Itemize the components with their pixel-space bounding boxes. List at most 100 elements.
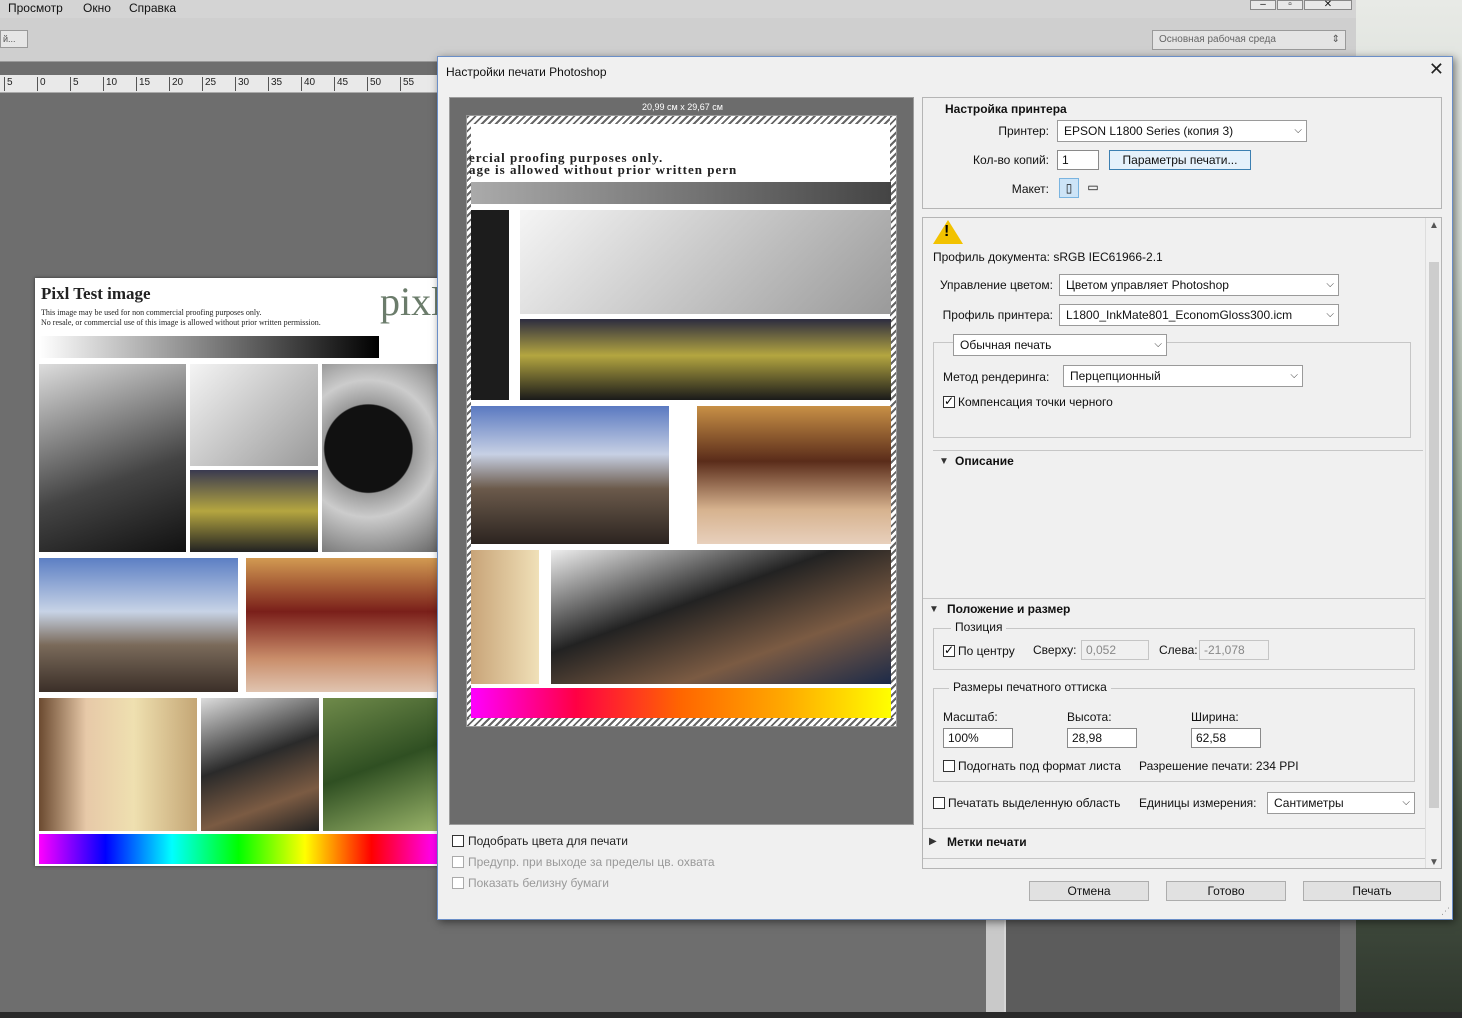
done-button[interactable]: Готово (1166, 881, 1286, 901)
ruler-tick: 20 (169, 77, 183, 91)
color-management-label: Управление цветом: (939, 278, 1053, 292)
preview-photo-cutlery (520, 210, 891, 314)
fit-to-page-label: Подогнать под формат листа (958, 758, 1121, 773)
divider (923, 598, 1427, 599)
gamut-warning-label: Предупр. при выходе за пределы цв. охват… (468, 854, 715, 869)
ruler-tick: 10 (103, 77, 117, 91)
scroll-down-icon[interactable]: ▼ (1429, 857, 1439, 868)
ruler-tick: 5 (70, 77, 79, 91)
print-marks-title[interactable]: Метки печати (947, 835, 1027, 849)
top-input: 0,052 (1081, 640, 1149, 660)
test-image-title: Pixl Test image (41, 284, 151, 303)
photo-clothes (201, 698, 319, 831)
chevron-down-icon: ⌵ (1326, 309, 1334, 320)
divider (923, 828, 1427, 829)
scale-input[interactable]: 100% (943, 728, 1013, 748)
expand-triangle-icon[interactable]: ▶ (929, 836, 937, 847)
match-colors-label: Подобрать цвета для печати (468, 833, 628, 848)
center-option[interactable]: По центру (943, 643, 1015, 658)
updown-icon: ⇕ (1331, 34, 1340, 45)
fit-to-page-checkbox[interactable] (943, 759, 955, 772)
document-canvas[interactable]: Pixl Test image This image may be used f… (35, 278, 438, 866)
height-input[interactable]: 28,98 (1067, 728, 1137, 748)
printer-setup-title: Настройка принтера (945, 102, 1067, 116)
render-method-select[interactable]: Перцепционный ⌵ (1063, 365, 1303, 387)
match-colors-option[interactable]: Подобрать цвета для печати (452, 833, 628, 848)
horizontal-ruler: 5 0 5 10 15 20 25 30 35 40 45 50 55 (0, 75, 438, 93)
black-point-option[interactable]: Компенсация точки черного (943, 394, 1113, 409)
collapse-triangle-icon[interactable]: ▼ (939, 456, 949, 467)
preview-photo-car (520, 319, 891, 400)
print-selection-option[interactable]: Печатать выделенную область (933, 795, 1120, 810)
printer-setup-section: Настройка принтера Принтер: EPSON L1800 … (922, 97, 1442, 209)
scroll-up-icon[interactable]: ▲ (1429, 220, 1439, 231)
margin-hatch (467, 718, 896, 726)
match-colors-checkbox[interactable] (452, 834, 464, 847)
position-size-title[interactable]: Положение и размер (947, 602, 1070, 616)
left-input: -21,078 (1199, 640, 1269, 660)
printer-profile-value: L1800_InkMate801_EconomGloss300.icm (1066, 308, 1293, 322)
cancel-button[interactable]: Отмена (1029, 881, 1149, 901)
left-label: Слева: (1159, 643, 1198, 657)
print-params-button[interactable]: Параметры печати... (1109, 150, 1251, 170)
preview-text-line2: age is allowed without prior written per… (469, 162, 738, 177)
menu-window[interactable]: Окно (83, 1, 111, 15)
render-method-label: Метод рендеринга: (943, 370, 1050, 384)
color-management-select[interactable]: Цветом управляет Photoshop ⌵ (1059, 274, 1339, 296)
paper-white-label: Показать белизну бумаги (468, 875, 610, 890)
print-selection-checkbox[interactable] (933, 796, 945, 809)
close-icon[interactable]: ✕ (1429, 59, 1444, 80)
print-preview[interactable]: 20,99 см x 29,67 см ercial proofing purp… (449, 97, 914, 825)
preview-spectrum (471, 688, 891, 718)
center-checkbox[interactable] (943, 643, 955, 657)
description-title[interactable]: Описание (955, 454, 1014, 468)
print-mode-select[interactable]: Обычная печать ⌵ (953, 334, 1167, 356)
vertical-scrollbar[interactable]: ▲ ▼ (1425, 218, 1441, 868)
printer-profile-select[interactable]: L1800_InkMate801_EconomGloss300.icm ⌵ (1059, 304, 1339, 326)
divider (933, 450, 1423, 451)
black-point-checkbox[interactable] (943, 394, 955, 408)
ruler-tick: 5 (4, 77, 13, 91)
print-settings-dialog: Настройки печати Photoshop ✕ 20,99 см x … (437, 56, 1453, 920)
taskbar (0, 1012, 1462, 1018)
photo-car (190, 470, 318, 552)
portrait-layout-icon[interactable]: ▯ (1059, 178, 1079, 198)
print-button[interactable]: Печать (1303, 881, 1441, 901)
ruler-tick: 35 (268, 77, 282, 91)
workspace-select[interactable]: Основная рабочая среда ⇕ (1152, 30, 1346, 50)
print-selection-label: Печатать выделенную область (948, 795, 1121, 810)
maximize-icon[interactable]: ▫ (1277, 0, 1303, 10)
chevron-down-icon: ⌵ (1290, 370, 1298, 381)
scale-label: Масштаб: (943, 710, 998, 724)
options-button[interactable]: й... (0, 30, 28, 48)
color-management-value: Цветом управляет Photoshop (1066, 278, 1229, 292)
units-select[interactable]: Сантиметры ⌵ (1267, 792, 1415, 814)
printer-select[interactable]: EPSON L1800 Series (копия 3) ⌵ (1057, 120, 1307, 142)
preview-photo-food (697, 406, 891, 544)
divider (923, 858, 1427, 859)
height-label: Высота: (1067, 710, 1112, 724)
menu-bar: Просмотр Окно Справка – ▫ ✕ (0, 0, 1356, 18)
printer-value: EPSON L1800 Series (копия 3) (1064, 124, 1234, 138)
close-window-icon[interactable]: ✕ (1304, 0, 1352, 10)
ruler-tick: 50 (367, 77, 381, 91)
preview-photo-dark (471, 210, 509, 400)
width-input[interactable]: 62,58 (1191, 728, 1261, 748)
render-group (933, 342, 1411, 438)
fit-to-page-option[interactable]: Подогнать под формат листа (943, 758, 1121, 773)
printer-label: Принтер: (998, 124, 1049, 138)
menu-help[interactable]: Справка (129, 1, 176, 15)
print-resolution: Разрешение печати: 234 PPI (1139, 759, 1299, 773)
preview-gray-ramp (471, 182, 891, 204)
scroll-thumb[interactable] (1429, 262, 1439, 808)
menu-view[interactable]: Просмотр (8, 1, 63, 15)
collapse-triangle-icon[interactable]: ▼ (929, 604, 939, 615)
gamut-warning-checkbox (452, 855, 464, 868)
color-spectrum (39, 834, 438, 864)
copies-input[interactable]: 1 (1057, 150, 1099, 170)
settings-scroll-area[interactable]: ! Профиль документа: sRGB IEC61966-2.1 У… (922, 217, 1442, 869)
chevron-down-icon: ⌵ (1402, 797, 1410, 808)
minimize-icon[interactable]: – (1250, 0, 1276, 10)
resize-grip-icon[interactable]: ⋰ (1441, 906, 1450, 917)
landscape-layout-icon[interactable]: ▭ (1083, 178, 1103, 198)
